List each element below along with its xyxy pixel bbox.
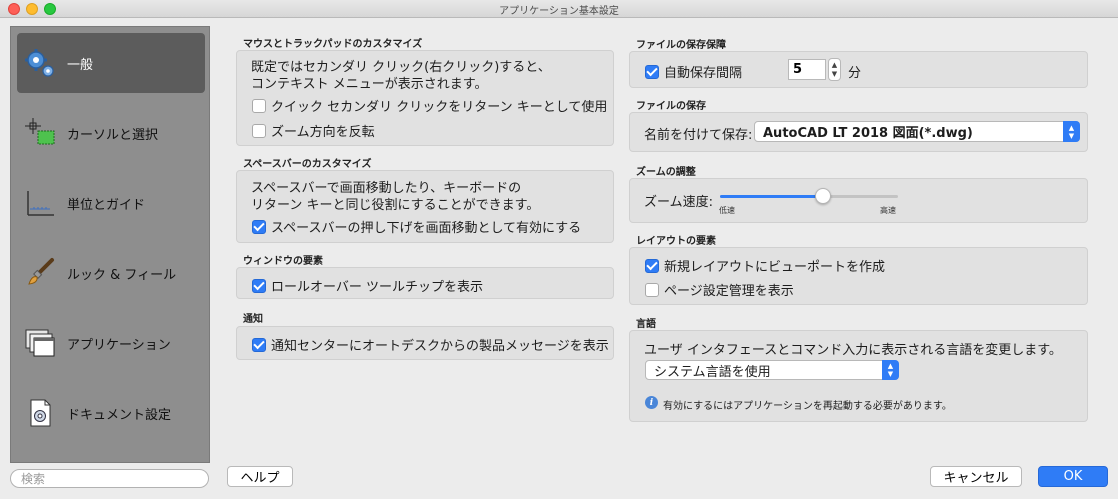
file-save-section-title: ファイルの保存	[636, 101, 706, 112]
cancel-button[interactable]: キャンセル	[930, 466, 1022, 487]
sidebar-item-label: アプリケーション	[67, 337, 171, 353]
option-label: ロールオーバー ツールチップを表示	[271, 280, 484, 295]
sidebar-item-units[interactable]: 単位とガイド	[17, 173, 205, 233]
save-as-format-value: AutoCAD LT 2018 図面(*.dwg)	[763, 126, 973, 141]
windows-icon	[23, 326, 57, 360]
zoom-section-box: ズーム速度:	[629, 178, 1088, 223]
ruler-icon	[23, 186, 57, 220]
mouse-desc-line2: コンテキスト メニューが表示されます。	[251, 77, 488, 92]
search-input[interactable]	[10, 469, 209, 488]
option-label: ズーム方向を反転	[271, 125, 375, 140]
zoom-slow-label: 低速	[719, 206, 735, 215]
create-viewport-checkbox[interactable]	[645, 258, 659, 273]
spacebar-pan-option[interactable]: スペースバーの押し下げを画面移動として有効にする	[252, 217, 581, 236]
language-select[interactable]: システム言語を使用 ▲ ▼	[645, 360, 899, 380]
option-label: 自動保存間隔	[664, 66, 743, 81]
sidebar-item-application[interactable]: アプリケーション	[17, 313, 205, 373]
window-elements-section-title: ウィンドウの要素	[243, 256, 323, 267]
ok-button[interactable]: OK	[1038, 466, 1108, 487]
reverse-zoom-checkbox[interactable]	[252, 123, 266, 138]
help-button[interactable]: ヘルプ	[227, 466, 293, 487]
save-as-format-select[interactable]: AutoCAD LT 2018 図面(*.dwg) ▲ ▼	[754, 121, 1080, 142]
autosave-interval-option[interactable]: 自動保存間隔	[645, 62, 742, 81]
window-elements-section-box: ロールオーバー ツールチップを表示	[236, 267, 614, 299]
sidebar-item-label: 単位とガイド	[67, 197, 146, 213]
zoom-speed-fill	[720, 195, 823, 198]
product-messages-option[interactable]: 通知センターにオートデスクからの製品メッセージを表示	[252, 335, 609, 354]
option-label: スペースバーの押し下げを画面移動として有効にする	[271, 221, 582, 236]
chevron-down-icon[interactable]: ▼	[832, 70, 837, 79]
option-label: クイック セカンダリ クリックをリターン キーとして使用	[271, 100, 608, 115]
layout-section-box: 新規レイアウトにビューポートを作成 ページ設定管理を表示	[629, 247, 1088, 305]
option-label: 通知センターにオートデスクからの製品メッセージを表示	[271, 339, 609, 354]
info-icon: i	[645, 396, 658, 409]
sidebar-item-label: ドキュメント設定	[67, 407, 172, 423]
rollover-tooltip-checkbox[interactable]	[252, 278, 266, 293]
zoom-speed-thumb[interactable]	[815, 188, 831, 204]
zoom-speed-label: ズーム速度:	[644, 195, 713, 210]
document-gear-icon	[23, 396, 57, 430]
restart-note: 有効にするにはアプリケーションを再起動する必要があります。	[663, 401, 952, 412]
spacebar-desc-line2: リターン キーと同じ役割にすることができます。	[251, 198, 540, 213]
sidebar-item-cursor[interactable]: カーソルと選択	[17, 103, 205, 163]
spacebar-section-title: スペースバーのカスタマイズ	[243, 159, 372, 170]
autosave-checkbox[interactable]	[645, 64, 659, 79]
spacebar-pan-checkbox[interactable]	[252, 219, 266, 234]
reverse-zoom-option[interactable]: ズーム方向を反転	[252, 121, 375, 140]
create-viewport-option[interactable]: 新規レイアウトにビューポートを作成	[645, 256, 885, 275]
sidebar-item-document-settings[interactable]: ドキュメント設定	[17, 383, 205, 443]
notification-section-box: 通知センターにオートデスクからの製品メッセージを表示	[236, 326, 614, 360]
sidebar-item-general[interactable]: 一般	[17, 33, 205, 93]
sidebar-item-label: カーソルと選択	[67, 127, 159, 143]
brush-icon	[23, 256, 57, 290]
cursor-icon	[23, 116, 57, 150]
gear-icon	[23, 46, 57, 80]
option-label: 新規レイアウトにビューポートを作成	[664, 260, 886, 275]
zoom-fast-label: 高速	[880, 206, 896, 215]
sidebar-item-look-and-feel[interactable]: ルック & フィール	[17, 243, 205, 303]
product-messages-checkbox[interactable]	[252, 337, 266, 352]
save-as-label: 名前を付けて保存:	[644, 128, 753, 143]
chevron-up-icon[interactable]: ▲	[832, 61, 837, 70]
mouse-section-title: マウスとトラックパッドのカスタマイズ	[243, 39, 423, 50]
zoom-section-title: ズームの調整	[636, 167, 696, 178]
window-title: アプリケーション基本設定	[499, 6, 619, 17]
chevron-updown-icon: ▲ ▼	[882, 360, 899, 380]
autosave-unit: 分	[848, 66, 862, 81]
language-select-value: システム言語を使用	[654, 364, 771, 380]
sidebar-item-label: 一般	[67, 57, 94, 73]
chevron-updown-icon: ▲ ▼	[1063, 121, 1080, 142]
layout-section-title: レイアウトの要素	[636, 236, 716, 247]
language-desc: ユーザ インタフェースとコマンド入力に表示される言語を変更します。	[644, 343, 1062, 358]
autosave-interval-stepper[interactable]: ▲ ▼	[828, 58, 841, 81]
language-section-title: 言語	[636, 319, 656, 330]
quick-secondary-click-option[interactable]: クイック セカンダリ クリックをリターン キーとして使用	[252, 96, 607, 115]
option-label: ページ設定管理を表示	[664, 284, 794, 299]
zoom-speed-slider[interactable]	[720, 188, 898, 204]
title-bar: アプリケーション基本設定	[0, 0, 1118, 18]
quick-secondary-click-checkbox[interactable]	[252, 98, 266, 113]
autosave-section-title: ファイルの保存保障	[636, 40, 726, 51]
page-setup-manager-checkbox[interactable]	[645, 282, 659, 297]
mouse-section-box: 既定ではセカンダリ クリック(右クリック)すると、 コンテキスト メニューが表示…	[236, 50, 614, 146]
sidebar-item-label: ルック & フィール	[67, 267, 177, 283]
notification-section-title: 通知	[243, 314, 263, 325]
autosave-interval-input[interactable]	[788, 59, 826, 80]
page-setup-manager-option[interactable]: ページ設定管理を表示	[645, 280, 794, 299]
spacebar-section-box: スペースバーで画面移動したり、キーボードの リターン キーと同じ役割にすることが…	[236, 170, 614, 243]
rollover-tooltip-option[interactable]: ロールオーバー ツールチップを表示	[252, 276, 483, 295]
sidebar: 一般 カーソルと選択 単位とガイド ルック & フィール アプリケーション ドキ…	[10, 26, 210, 463]
